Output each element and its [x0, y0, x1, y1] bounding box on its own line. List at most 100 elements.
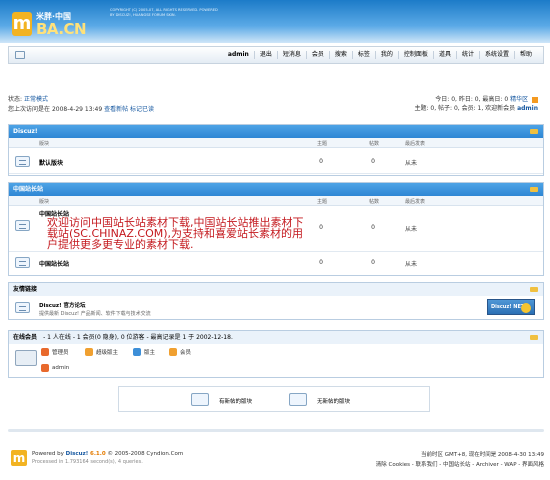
forum-promo-text: 欢迎访问中国站长站素材下载,中国站长站推出素材下载站(SC.CHINAZ.COM… [47, 216, 304, 251]
legend-mod-label: 版主 [144, 350, 156, 356]
footer-divider [8, 429, 544, 432]
nav-tags[interactable]: 标签 [351, 51, 375, 59]
link-desc: 提供最新 Discuz! 产品新闻、软件下载与技术交流 [39, 311, 151, 317]
footer-links[interactable]: 清除 Cookies - 联系我们 - 中国站长站 - Archiver - W… [376, 460, 544, 468]
nav-settings[interactable]: 系统设置 [478, 51, 514, 59]
admin-user-icon [41, 364, 49, 372]
online-summary: - 1 人在线 - 1 会员(0 隐身), 0 位游客 - 最高记录是 1 于 … [43, 334, 233, 341]
nav-my[interactable]: 我的 [374, 51, 398, 59]
post-legend: 有新帖的版块 无新帖的版块 [118, 386, 430, 412]
category-title-text: Discuz! [13, 128, 38, 135]
nav-username[interactable]: admin [223, 51, 254, 59]
product-version: 6.1.0 [90, 451, 106, 457]
view-new-link[interactable]: 查看新帖 [104, 106, 128, 113]
forum-icon [15, 220, 30, 231]
nav-messages[interactable]: 短消息 [276, 51, 306, 59]
collapse-icon[interactable] [530, 287, 538, 292]
collapse-icon[interactable] [530, 335, 538, 340]
logo-domain: BA.CN [36, 20, 87, 38]
link-icon [15, 302, 30, 313]
link-name[interactable]: Discuz! 官方论坛 [39, 301, 86, 309]
mode-label: 状态: [8, 96, 23, 103]
discuz-logo-badge[interactable]: Discuz! NET [487, 299, 535, 315]
powered-by: Powered by Discuz! 6.1.0 © 2005-2008 Cyn… [32, 451, 183, 457]
nav-stats[interactable]: 统计 [455, 51, 479, 59]
col-posts: 帖数 [369, 141, 380, 147]
status-bar: 状态: 正常模式 您上次访问是在 2008-4-29 13:49 查看新帖 标记… [8, 90, 544, 116]
digest-link[interactable]: 精华区 [510, 96, 528, 103]
nav-items[interactable]: 道具 [432, 51, 456, 59]
today-stats: 今日: 0, 昨日: 0, 最高日: 0 精华区 [435, 94, 538, 103]
forum-icon [15, 257, 30, 268]
online-user-name[interactable]: admin [52, 365, 69, 371]
forum-row[interactable]: 默认版块 0 0 从未 [9, 148, 543, 174]
no-new-posts-icon [289, 393, 307, 406]
moderator-icon [133, 348, 141, 356]
badge-text: Discuz! NET [491, 304, 525, 310]
friend-links: 友情链接 Discuz! 官方论坛 提供最新 Discuz! 产品新闻、软件下载… [8, 282, 544, 320]
no-new-posts-label: 无新帖的版块 [317, 399, 351, 405]
category-title[interactable]: Discuz! [9, 125, 543, 138]
col-forum: 版块 [39, 141, 50, 147]
collapse-icon[interactable] [530, 187, 538, 192]
links-title-text: 友情链接 [13, 286, 38, 293]
col-posts: 帖数 [369, 199, 380, 205]
mode-value[interactable]: 正常模式 [24, 96, 48, 103]
timezone-info: 当前时区 GMT+8, 现在时间是 2008-4-30 13:49 [420, 452, 544, 458]
online-body: 管理员 超级版主 版主 会员 admin [9, 344, 543, 378]
nav-links: admin 退出 短消息 会员 搜索 标签 我的 控制面板 道具 统计 系统设置… [223, 47, 537, 63]
link-row: Discuz! 官方论坛 提供最新 Discuz! 产品新闻、软件下载与技术交流… [9, 296, 543, 320]
online-title-text: 在线会员 [13, 334, 38, 341]
forum-name[interactable]: 默认版块 [39, 158, 63, 167]
footer-copyright: © 2005-2008 Cyndion.Com [107, 451, 184, 457]
nav-members[interactable]: 会员 [305, 51, 329, 59]
nav-search[interactable]: 搜索 [328, 51, 352, 59]
member-icon [169, 348, 177, 356]
forum-last-post: 从未 [405, 160, 418, 167]
new-member-link[interactable]: admin [517, 105, 538, 112]
menu-icon[interactable] [15, 51, 25, 59]
rss-icon[interactable] [532, 96, 538, 103]
online-title[interactable]: 在线会员 - 1 人在线 - 1 会员(0 隐身), 0 位游客 - 最高记录是… [9, 331, 543, 344]
last-visit-time: 2008-4-29 13:49 [51, 106, 103, 113]
product-link[interactable]: Discuz! [66, 451, 89, 457]
forum-posts: 0 [371, 259, 375, 266]
footer-logo[interactable]: m [11, 450, 27, 466]
nav-logout[interactable]: 退出 [253, 51, 277, 59]
forum-row[interactable]: 中国站长站 欢迎访问中国站长站素材下载,中国站长站推出素材下载站(SC.CHIN… [9, 206, 543, 252]
main-nav: admin 退出 短消息 会员 搜索 标签 我的 控制面板 道具 统计 系统设置… [8, 46, 544, 64]
column-headers: 版块 主题 帖数 最后发表 [9, 196, 543, 206]
new-posts-label: 有新帖的版块 [219, 399, 253, 405]
legend-mod: 版主 [133, 348, 155, 356]
nav-control-panel[interactable]: 控制面板 [397, 51, 433, 59]
nav-help[interactable]: 帮助 [513, 51, 537, 59]
collapse-icon[interactable] [530, 129, 538, 134]
last-visit-line: 您上次访问是在 2008-4-29 13:49 查看新帖 标记已读 [8, 104, 154, 113]
online-user[interactable]: admin [41, 364, 69, 372]
today-stats-text: 今日: 0, 昨日: 0, 最高日: 0 [435, 96, 509, 103]
col-last: 最后发表 [405, 199, 426, 205]
legend-member: 会员 [169, 348, 191, 356]
online-members: 在线会员 - 1 人在线 - 1 会员(0 隐身), 0 位游客 - 最高记录是… [8, 330, 544, 378]
totals-text: 主题: 0, 帖子: 0, 会员: 1, 欢迎新会员 [414, 105, 516, 112]
forum-name[interactable]: 中国站长站 [39, 259, 69, 268]
links-title[interactable]: 友情链接 [9, 283, 543, 296]
forum-topics: 0 [319, 259, 323, 266]
category-title[interactable]: 中国站长站 [9, 183, 543, 196]
category-discuz: Discuz! 版块 主题 帖数 最后发表 默认版块 0 0 从未 [8, 124, 544, 176]
processed-info: Processed in 1.793164 second(s), 4 queri… [32, 459, 143, 465]
forum-posts: 0 [371, 158, 375, 165]
admin-icon [41, 348, 49, 356]
forum-topics: 0 [319, 158, 323, 165]
last-visit-label: 您上次访问是在 [8, 106, 51, 113]
legend-admin: 管理员 [41, 348, 69, 356]
legend-member-label: 会员 [180, 350, 192, 356]
mark-read-link[interactable]: 标记已读 [130, 106, 154, 113]
col-topics: 主题 [317, 141, 328, 147]
forum-row[interactable]: 中国站长站 0 0 从未 [9, 252, 543, 274]
forum-posts: 0 [371, 224, 375, 231]
header-copyright: COPYRIGHT (C) 2005-07, ALL RIGHTS RESERV… [110, 8, 218, 17]
col-topics: 主题 [317, 199, 328, 205]
super-moderator-icon [85, 348, 93, 356]
forum-topics: 0 [319, 224, 323, 231]
